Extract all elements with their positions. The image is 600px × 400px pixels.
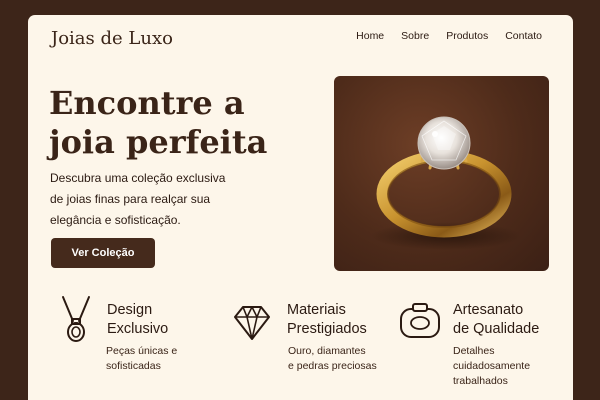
pendant-necklace-icon (62, 296, 90, 342)
feature-desc-line2: sofisticadas (106, 360, 161, 372)
feature-title: Artesanato de Qualidade (453, 301, 583, 339)
feature-title-line1: Design (107, 302, 153, 318)
page-card: Joias de Luxo Home Sobre Produtos Contat… (28, 15, 573, 400)
feature-description: Ouro, diamantes e pedras preciosas (288, 344, 418, 374)
hero-desc-line2: de joias finas para realçar sua (50, 192, 211, 206)
nav-sobre[interactable]: Sobre (401, 30, 429, 42)
ver-colecao-button[interactable]: Ver Coleção (51, 238, 155, 268)
nav-home[interactable]: Home (356, 30, 384, 42)
nav-produtos[interactable]: Produtos (446, 30, 488, 42)
feature-title-line1: Materiais (287, 302, 346, 318)
gold-diamond-ring-icon (371, 116, 521, 250)
feature-description: Peças únicas e sofisticadas (106, 344, 236, 374)
main-nav: Home Sobre Produtos Contato (356, 30, 542, 42)
feature-desc-line2: e pedras preciosas (288, 360, 377, 372)
diamond-icon (234, 306, 270, 340)
feature-desc-line3: trabalhados (453, 375, 508, 387)
hero-title-line2: joia perfeita (49, 123, 268, 161)
hero-description: Descubra uma coleção exclusiva de joias … (50, 168, 250, 231)
feature-desc-line2: cuidadosamente (453, 360, 531, 372)
ring-box-icon (400, 303, 440, 338)
feature-description: Detalhes cuidadosamente trabalhados (453, 344, 583, 389)
hero-ring-image (334, 76, 549, 271)
feature-desc-line1: Ouro, diamantes (288, 345, 366, 357)
feature-desc-line1: Detalhes (453, 345, 495, 357)
hero-desc-line1: Descubra uma coleção exclusiva (50, 171, 226, 185)
hero-title: Encontre a joia perfeita (49, 84, 329, 162)
feature-title: Materiais Prestigiados (287, 301, 417, 339)
feature-title-line2: Exclusivo (107, 321, 169, 337)
feature-desc-line1: Peças únicas e (106, 345, 178, 357)
hero-title-line1: Encontre a (49, 84, 245, 122)
feature-title-line2: de Qualidade (453, 321, 540, 337)
brand-logo[interactable]: Joias de Luxo (51, 28, 173, 49)
feature-title-line1: Artesanato (453, 302, 524, 318)
hero-desc-line3: elegância e sofisticação. (50, 213, 181, 227)
feature-title: Design Exclusivo (107, 301, 237, 339)
nav-contato[interactable]: Contato (505, 30, 542, 42)
feature-title-line2: Prestigiados (287, 321, 367, 337)
